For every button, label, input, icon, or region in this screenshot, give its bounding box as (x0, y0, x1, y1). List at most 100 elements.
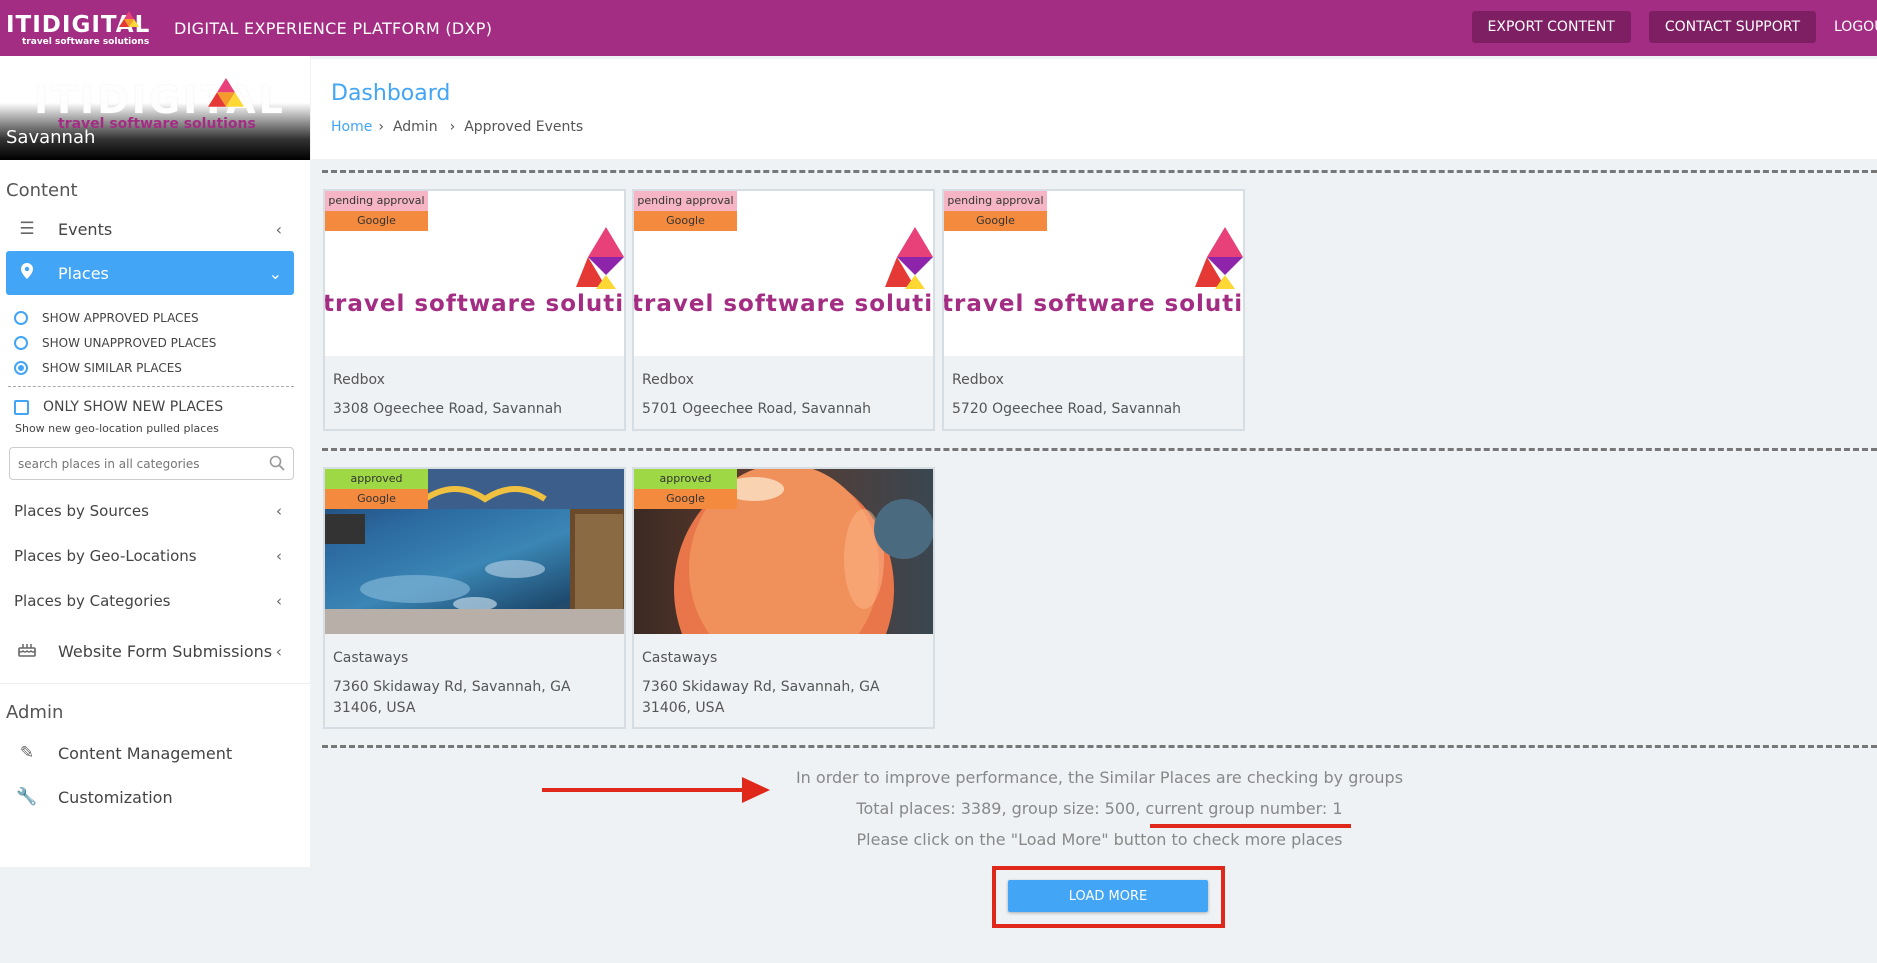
place-info: Redbox 3308 Ogeechee Road, Savannah (325, 356, 624, 429)
sidebar-logo-triangle-icon (208, 78, 244, 107)
place-photo-drink: approved Google (634, 469, 933, 634)
radio-show-similar[interactable]: SHOW SIMILAR PLACES (0, 355, 310, 380)
logo-triangle-icon (119, 11, 139, 27)
status-badge: approved (325, 469, 428, 489)
group-label: Places by Sources (14, 501, 149, 520)
sidebar-item-events[interactable]: ☰ Events ‹ (6, 207, 294, 251)
radio-label: SHOW APPROVED PLACES (42, 310, 199, 325)
logo-triangle-icon (1195, 227, 1243, 289)
chevron-left-icon: ‹ (275, 641, 282, 661)
status-badge: pending approval (634, 191, 737, 211)
logo-triangle-icon (885, 227, 933, 289)
search-icon[interactable] (269, 455, 285, 475)
chevron-left-icon: ‹ (276, 501, 282, 520)
radio-button[interactable] (14, 310, 28, 325)
breadcrumb: Home › Admin › Approved Events (331, 119, 583, 135)
logo-triangle-icon (576, 227, 624, 289)
performance-line-3: Please click on the "Load More" button t… (856, 830, 1343, 849)
sidebar-header: ITIDIGITAL travel software solutions Sav… (0, 56, 310, 160)
source-badge: Google (944, 211, 1047, 231)
place-groups: Places by Sources ‹ Places by Geo-Locati… (0, 488, 310, 623)
map-pin-icon (16, 262, 38, 284)
group-label: Places by Categories (14, 591, 171, 610)
page-header: Dashboard Home › Admin › Approved Events (311, 59, 1877, 159)
place-address: 7360 Skidaway Rd, Savannah, GA 31406, US… (333, 679, 571, 716)
divider (0, 683, 310, 684)
place-card[interactable]: travel software solutions pending approv… (632, 189, 935, 431)
source-badge: Google (634, 211, 737, 231)
top-bar: ITIDIGITAL travel software solutions DIG… (0, 0, 1877, 56)
group-label: Places by Geo-Locations (14, 546, 197, 565)
sidebar-item-content-management[interactable]: ✎ Content Management (6, 731, 294, 775)
annotation-underline (1150, 824, 1351, 828)
breadcrumb-current: Approved Events (464, 119, 584, 135)
source-badge: Google (325, 211, 428, 231)
places-search-box (9, 447, 294, 480)
annotation-highlight-box (992, 866, 1225, 928)
place-image-placeholder: travel software solutions pending approv… (944, 191, 1243, 356)
place-info: Castaways 7360 Skidaway Rd, Savannah, GA… (325, 634, 624, 727)
place-address: 7360 Skidaway Rd, Savannah, GA 31406, US… (642, 679, 880, 716)
source-badge: Google (634, 489, 737, 509)
place-info: Castaways 7360 Skidaway Rd, Savannah, GA… (634, 634, 933, 727)
radio-show-approved[interactable]: SHOW APPROVED PLACES (0, 305, 310, 330)
contact-support-button[interactable]: CONTACT SUPPORT (1648, 11, 1816, 43)
place-address: 5701 Ogeechee Road, Savannah (642, 401, 872, 417)
wrench-icon: 🔧 (16, 787, 38, 807)
city-name: Savannah (6, 127, 96, 148)
placeholder-text: travel software solutions (944, 291, 1243, 317)
breadcrumb-separator: › (449, 119, 456, 135)
place-address: 3308 Ogeechee Road, Savannah (333, 401, 563, 417)
chevron-left-icon: ‹ (276, 591, 282, 610)
place-card[interactable]: travel software solutions pending approv… (942, 189, 1245, 431)
status-badge: pending approval (944, 191, 1047, 211)
group-divider (322, 170, 1877, 173)
group-divider (322, 448, 1877, 451)
places-filter-radios: SHOW APPROVED PLACES SHOW UNAPPROVED PLA… (0, 305, 310, 380)
page-title: Dashboard (331, 81, 451, 106)
sidebar-item-label: Places (58, 263, 109, 283)
radio-button[interactable] (14, 335, 28, 350)
radio-show-unapproved[interactable]: SHOW UNAPPROVED PLACES (0, 330, 310, 355)
cake-icon (16, 641, 38, 662)
sidebar-item-website-forms[interactable]: Website Form Submissions ‹ (6, 629, 294, 673)
only-new-places-checkbox-row[interactable]: ONLY SHOW NEW PLACES (0, 399, 310, 415)
sidebar-item-places-by-categories[interactable]: Places by Categories ‹ (0, 578, 294, 623)
place-name: Redbox (642, 372, 694, 388)
sidebar-item-label: Events (58, 219, 113, 239)
place-card[interactable]: travel software solutions pending approv… (323, 189, 626, 431)
radio-button-selected[interactable] (14, 360, 28, 375)
brand-logo[interactable]: ITIDIGITAL travel software solutions (6, 6, 154, 50)
sidebar-item-places-by-geo-locations[interactable]: Places by Geo-Locations ‹ (0, 533, 294, 578)
breadcrumb-home-link[interactable]: Home (331, 119, 372, 135)
content-section-title: Content (6, 180, 78, 201)
status-badge: approved (634, 469, 737, 489)
place-image-placeholder: travel software solutions pending approv… (325, 191, 624, 356)
checkbox-label: ONLY SHOW NEW PLACES (43, 399, 224, 415)
radio-label: SHOW UNAPPROVED PLACES (42, 335, 217, 350)
place-name: Castaways (333, 650, 409, 666)
only-new-places-checkbox[interactable] (14, 399, 29, 415)
chevron-left-icon: ‹ (276, 546, 282, 565)
place-address: 5720 Ogeechee Road, Savannah (952, 401, 1182, 417)
source-badge: Google (325, 489, 428, 509)
sidebar: ITIDIGITAL travel software solutions Sav… (0, 56, 310, 867)
place-photo-mural: approved Google (325, 469, 624, 634)
sidebar-item-places-by-sources[interactable]: Places by Sources ‹ (0, 488, 294, 533)
radio-label: SHOW SIMILAR PLACES (42, 360, 182, 375)
logout-link[interactable]: LOGOUT (1834, 19, 1877, 35)
sidebar-item-places[interactable]: Places ⌄ (6, 251, 294, 295)
group-divider (322, 745, 1877, 748)
sidebar-item-label: Content Management (58, 743, 233, 763)
breadcrumb-separator: › (378, 119, 384, 135)
search-input[interactable] (18, 456, 258, 471)
sidebar-item-customization[interactable]: 🔧 Customization (6, 775, 294, 819)
place-card[interactable]: approved Google Castaways 7360 Skidaway … (323, 467, 626, 729)
sidebar-item-label: Customization (58, 787, 173, 807)
export-content-button[interactable]: EXPORT CONTENT (1471, 11, 1631, 43)
place-card[interactable]: approved Google Castaways 7360 Skidaway … (632, 467, 935, 729)
only-new-hint: Show new geo-location pulled places (15, 422, 219, 435)
breadcrumb-admin[interactable]: Admin (393, 119, 438, 135)
logo-tagline: travel software solutions (22, 37, 150, 47)
place-name: Redbox (333, 372, 385, 388)
